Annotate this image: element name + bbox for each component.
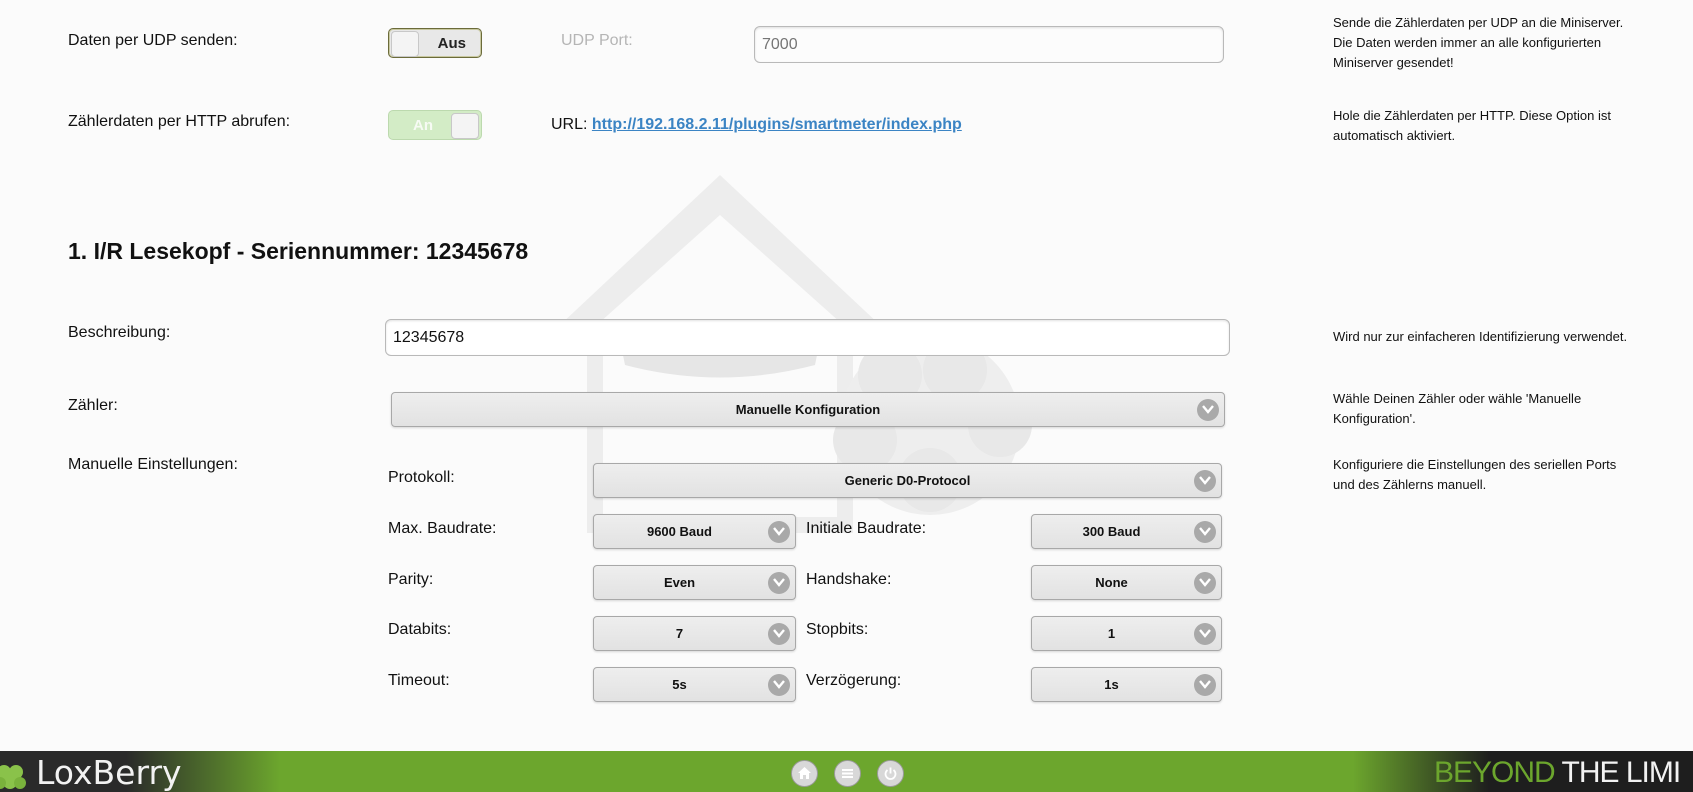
parity-select[interactable]: Even xyxy=(593,565,796,600)
chevron-down-icon xyxy=(1194,674,1216,696)
stopbits-select[interactable]: 1 xyxy=(1031,616,1222,651)
protocol-label: Protokoll: xyxy=(388,469,455,486)
chevron-down-icon xyxy=(768,521,790,543)
meter-select-value: Manuelle Konfiguration xyxy=(735,402,881,417)
timeout-select-value: 5s xyxy=(672,677,687,692)
chevron-down-icon xyxy=(768,674,790,696)
http-label: Zählerdaten per HTTP abrufen: xyxy=(68,113,291,130)
udp-toggle-state: Aus xyxy=(437,35,466,52)
stopbits-label: Stopbits: xyxy=(806,621,869,638)
delay-select-value: 1s xyxy=(1104,677,1119,692)
chevron-down-icon xyxy=(768,572,790,594)
max-baud-select-value: 9600 Baud xyxy=(646,524,713,539)
footer-slogan: BEYOND THE LIMI xyxy=(1434,756,1682,790)
chevron-down-icon xyxy=(1197,399,1219,421)
udp-port-input[interactable] xyxy=(754,26,1224,63)
chevron-down-icon xyxy=(768,623,790,645)
footer-bar: LoxBerry BEYOND THE LIMI xyxy=(0,751,1693,792)
footer-slogan-limit: THE LIMI xyxy=(1561,756,1682,789)
home-button[interactable] xyxy=(791,760,818,787)
parity-select-value: Even xyxy=(663,575,696,590)
timeout-select[interactable]: 5s xyxy=(593,667,796,702)
home-icon xyxy=(798,767,811,779)
max-baud-label: Max. Baudrate: xyxy=(388,520,497,537)
chevron-down-icon xyxy=(1194,623,1216,645)
handshake-select-value: None xyxy=(1095,575,1128,590)
description-input[interactable] xyxy=(385,319,1230,356)
footer-brand: LoxBerry xyxy=(36,753,182,792)
meter-label: Zähler: xyxy=(68,397,118,414)
databits-label: Databits: xyxy=(388,621,452,638)
max-baud-select[interactable]: 9600 Baud xyxy=(593,514,796,549)
init-baud-select[interactable]: 300 Baud xyxy=(1031,514,1222,549)
init-baud-select-value: 300 Baud xyxy=(1082,524,1141,539)
manual-label: Manuelle Einstellungen: xyxy=(68,456,238,473)
init-baud-label: Initiale Baudrate: xyxy=(806,520,927,537)
databits-select[interactable]: 7 xyxy=(593,616,796,651)
handshake-label: Handshake: xyxy=(806,571,892,588)
databits-select-value: 7 xyxy=(675,626,684,641)
chevron-down-icon xyxy=(1194,572,1216,594)
http-url-link[interactable]: http://192.168.2.11/plugins/smartmeter/i… xyxy=(592,116,962,133)
delay-select[interactable]: 1s xyxy=(1031,667,1222,702)
description-label: Beschreibung: xyxy=(68,324,171,341)
udp-toggle[interactable]: Aus xyxy=(388,28,482,58)
stopbits-select-value: 1 xyxy=(1107,626,1116,641)
menu-button[interactable] xyxy=(834,760,861,787)
menu-icon xyxy=(842,769,853,778)
udp-port-label: UDP Port: xyxy=(561,32,633,49)
udp-help: Sende die Zählerdaten per UDP an die Min… xyxy=(1333,15,1624,70)
section-title: 1. I/R Lesekopf - Seriennummer: 12345678 xyxy=(68,238,529,264)
description-help: Wird nur zur einfacheren Identifizierung… xyxy=(1333,329,1628,344)
chevron-down-icon xyxy=(1194,470,1216,492)
loxberry-watermark xyxy=(560,175,1032,533)
footer-slogan-beyond: BEYOND xyxy=(1434,756,1556,789)
chevron-down-icon xyxy=(1194,521,1216,543)
protocol-select-value: Generic D0-Protocol xyxy=(844,473,971,488)
delay-label: Verzögerung: xyxy=(806,672,902,689)
power-button[interactable] xyxy=(877,760,904,787)
http-url-row: URL: http://192.168.2.11/plugins/smartme… xyxy=(551,116,962,134)
meter-help: Wähle Deinen Zähler oder wähle 'Manuelle… xyxy=(1333,391,1582,426)
handshake-select[interactable]: None xyxy=(1031,565,1222,600)
http-toggle[interactable]: An xyxy=(388,110,482,140)
http-help: Hole die Zählerdaten per HTTP. Diese Opt… xyxy=(1333,108,1611,143)
http-url-label: URL: xyxy=(551,116,588,133)
meter-select[interactable]: Manuelle Konfiguration xyxy=(391,392,1225,427)
parity-label: Parity: xyxy=(388,571,434,588)
protocol-select[interactable]: Generic D0-Protocol xyxy=(593,463,1222,498)
toggle-knob xyxy=(451,113,479,139)
power-icon xyxy=(884,767,897,780)
raspberry-logo-icon xyxy=(0,765,26,789)
udp-label: Daten per UDP senden: xyxy=(68,32,238,49)
manual-help: Konfiguriere die Einstellungen des serie… xyxy=(1333,457,1617,492)
http-toggle-state: An xyxy=(413,117,433,134)
toggle-knob xyxy=(391,31,419,57)
timeout-label: Timeout: xyxy=(388,672,450,689)
